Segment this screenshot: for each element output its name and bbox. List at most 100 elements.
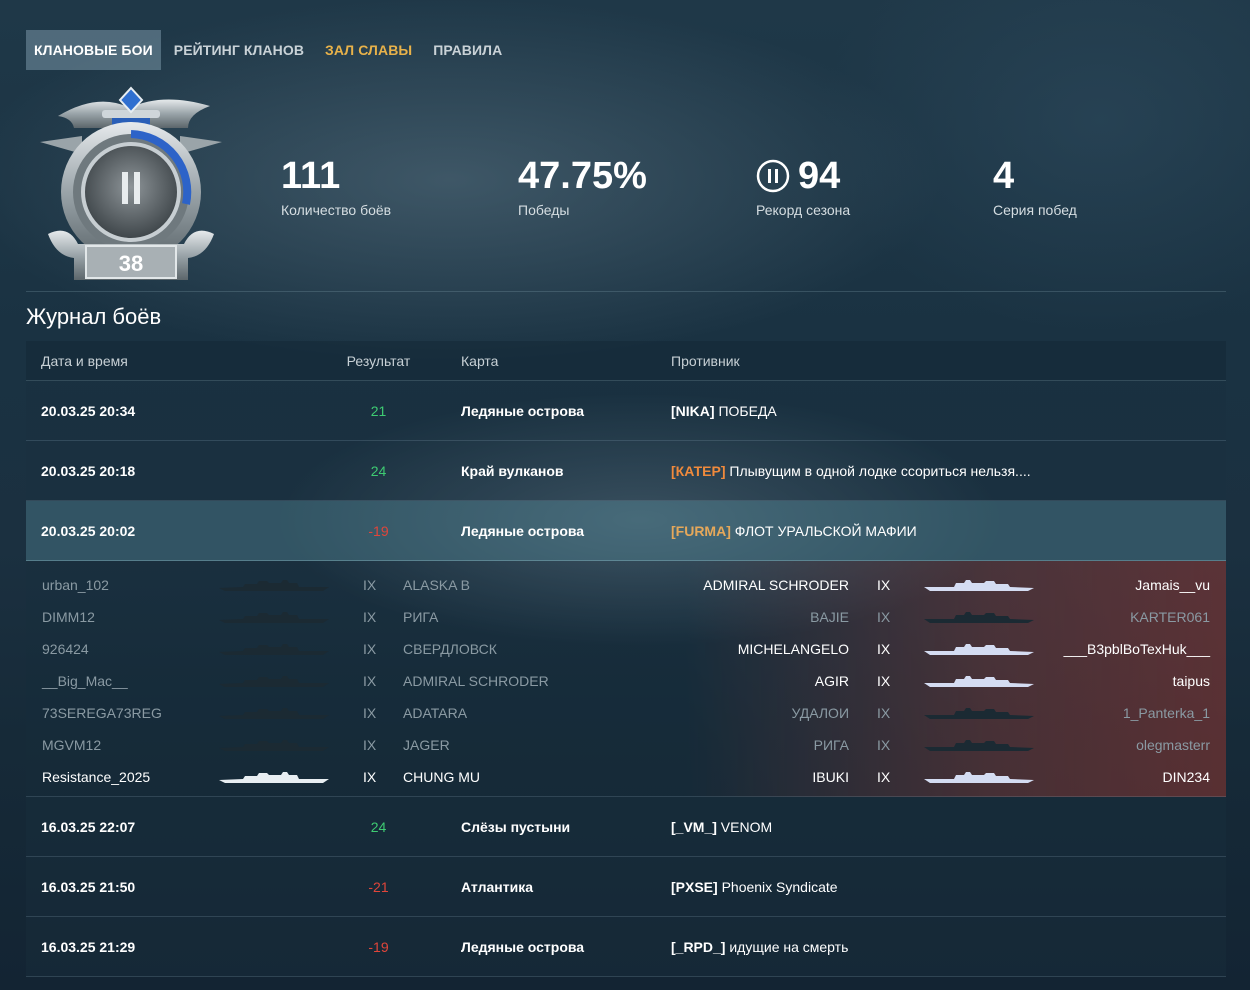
player-name[interactable]: Jamais__vu [1135, 577, 1210, 593]
row-map: Край вулканов [461, 462, 564, 479]
table-row[interactable]: 20.03.25 20:18 24 Край вулканов [КАТЕР] … [26, 441, 1226, 501]
team-row: MGVM12 IX JAGER РИГА IX olegmasterr [26, 729, 1226, 761]
ship-tier: IX [363, 769, 377, 785]
player-name[interactable]: Resistance_2025 [42, 769, 222, 785]
stat-streak: 4 Серия побед [993, 154, 1077, 218]
clan-name: ПОБЕДА [718, 402, 777, 419]
row-date: 20.03.25 20:34 [41, 402, 136, 419]
row-map: Ледяные острова [461, 522, 585, 539]
ship-silhouette-icon [219, 708, 329, 719]
clan-tag[interactable]: [PXSE] [671, 879, 718, 895]
clan-name: Плывущим в одной лодке ссориться нельзя.… [729, 462, 1031, 479]
header-date[interactable]: Дата и время [26, 353, 296, 369]
player-name[interactable]: taipus [1173, 673, 1210, 689]
team-row: 73SEREGA73REG IX ADATARA УДАЛОИ IX 1_Panterka… [26, 697, 1226, 729]
ship-tier: IX [363, 609, 377, 625]
ship-tier: IX [877, 673, 891, 689]
battle-journal-table: Дата и время Результат Карта Противник 2… [26, 341, 1226, 977]
table-row-expanded[interactable]: 20.03.25 20:02 -19 Ледяные острова [FURM… [26, 501, 1226, 561]
row-result: 21 [370, 402, 387, 419]
clan-tag[interactable]: [NIKA] [671, 403, 715, 419]
team-row: urban_102 IX ALASKA B ADMIRAL SCHRODER IX Jam… [26, 569, 1226, 601]
battles-label: Количество боёв [281, 202, 392, 218]
ship-tier: IX [877, 737, 891, 753]
row-date: 16.03.25 21:29 [41, 938, 136, 955]
table-row[interactable]: 20.03.25 20:34 21 Ледяные острова [NIKA]… [26, 381, 1226, 441]
clan-name: VENOM [720, 818, 773, 835]
row-result: 24 [370, 462, 387, 479]
player-name[interactable]: urban_102 [42, 577, 222, 593]
row-result: -19 [368, 938, 389, 955]
ship-tier: IX [363, 737, 377, 753]
player-name[interactable]: __Big_Mac__ [42, 673, 222, 689]
nav-rules[interactable]: ПРАВИЛА [425, 30, 510, 70]
ship-tier: IX [877, 641, 891, 657]
row-result: -21 [368, 878, 389, 895]
header-opponent[interactable]: Противник [671, 353, 1226, 369]
ship-name: JAGER [403, 737, 450, 753]
player-name[interactable]: DIMM12 [42, 609, 222, 625]
ship-silhouette-icon [219, 676, 329, 687]
top-nav: КЛАНОВЫЕ БОИ РЕЙТИНГ КЛАНОВ ЗАЛ СЛАВЫ ПР… [26, 30, 515, 70]
player-name[interactable]: 73SEREGA73REG [42, 705, 222, 721]
wins-value: 47.75% [518, 155, 647, 197]
clan-tag[interactable]: [_RPD_] [671, 939, 725, 955]
ship-silhouette-icon [924, 676, 1034, 687]
ship-name: AGIR [814, 673, 849, 689]
nav-clan-rating[interactable]: РЕЙТИНГ КЛАНОВ [166, 30, 312, 70]
nav-clan-battles[interactable]: КЛАНОВЫЕ БОИ [26, 30, 161, 70]
ship-tier: IX [877, 769, 891, 785]
stat-record: 94 Рекорд сезона [756, 154, 850, 218]
ship-name: CHUNG MU [403, 769, 480, 785]
row-map: Слёзы пустыни [461, 818, 571, 835]
wins-label: Победы [518, 202, 570, 218]
player-name[interactable]: MGVM12 [42, 737, 222, 753]
row-result: 24 [370, 818, 387, 835]
row-result: -19 [368, 522, 389, 539]
streak-label: Серия побед [993, 202, 1077, 218]
ship-silhouette-icon [924, 580, 1034, 591]
streak-value: 4 [993, 155, 1015, 197]
stat-battles: 111 Количество боёв [281, 154, 391, 218]
nav-hall-of-fame[interactable]: ЗАЛ СЛАВЫ [317, 30, 420, 70]
emblem-rating: 38 [119, 251, 143, 276]
header-map[interactable]: Карта [461, 353, 671, 369]
ship-silhouette-icon [924, 740, 1034, 751]
clan-name: Phoenix Syndicate [721, 878, 838, 895]
clan-tag[interactable]: [_VM_] [671, 819, 717, 835]
player-name[interactable]: 926424 [42, 641, 222, 657]
row-opponent: [КАТЕР] Плывущим в одной лодке ссориться… [671, 463, 1226, 479]
ship-name: MICHELANGELO [737, 641, 849, 657]
ship-tier: IX [877, 609, 891, 625]
league-emblem: 38 [38, 84, 224, 286]
table-row[interactable]: 16.03.25 21:50 -21 Атлантика [PXSE] Phoe… [26, 857, 1226, 917]
player-name[interactable]: olegmasterr [1136, 737, 1210, 753]
player-name[interactable]: ___B3pblBoTexHuk___ [1064, 641, 1210, 657]
row-map: Атлантика [461, 878, 533, 895]
ship-name: IBUKI [812, 769, 849, 785]
ship-name: РИГА [813, 737, 849, 753]
clan-tag[interactable]: [FURMA] [671, 523, 731, 539]
ship-name: ADMIRAL SCHRODER [403, 673, 549, 689]
ship-tier: IX [363, 673, 377, 689]
battle-details: urban_102 IX ALASKA B ADMIRAL SCHRODER IX Jam… [26, 561, 1226, 797]
row-map: Ледяные острова [461, 938, 585, 955]
clan-tag[interactable]: [КАТЕР] [671, 463, 726, 479]
header-result[interactable]: Результат [296, 353, 461, 369]
clan-name: ФЛОТ УРАЛЬСКОЙ МАФИИ [734, 522, 917, 539]
player-name[interactable]: 1_Panterka_1 [1123, 705, 1210, 721]
ship-silhouette-icon [219, 580, 329, 591]
ship-name: РИГА [403, 609, 439, 625]
ship-name: ALASKA B [403, 577, 470, 593]
ship-tier: IX [363, 577, 377, 593]
player-name[interactable]: DIN234 [1163, 769, 1210, 785]
table-header: Дата и время Результат Карта Противник [26, 341, 1226, 381]
divider [26, 291, 1226, 292]
ship-name: ADATARA [403, 705, 468, 721]
player-name[interactable]: KARTER061 [1130, 609, 1210, 625]
ship-tier: IX [877, 577, 891, 593]
table-row[interactable]: 16.03.25 22:07 24 Слёзы пустыни [_VM_] V… [26, 797, 1226, 857]
ship-tier: IX [877, 705, 891, 721]
ship-name: СВЕРДЛОВСК [403, 641, 497, 657]
table-row[interactable]: 16.03.25 21:29 -19 Ледяные острова [_RPD… [26, 917, 1226, 977]
